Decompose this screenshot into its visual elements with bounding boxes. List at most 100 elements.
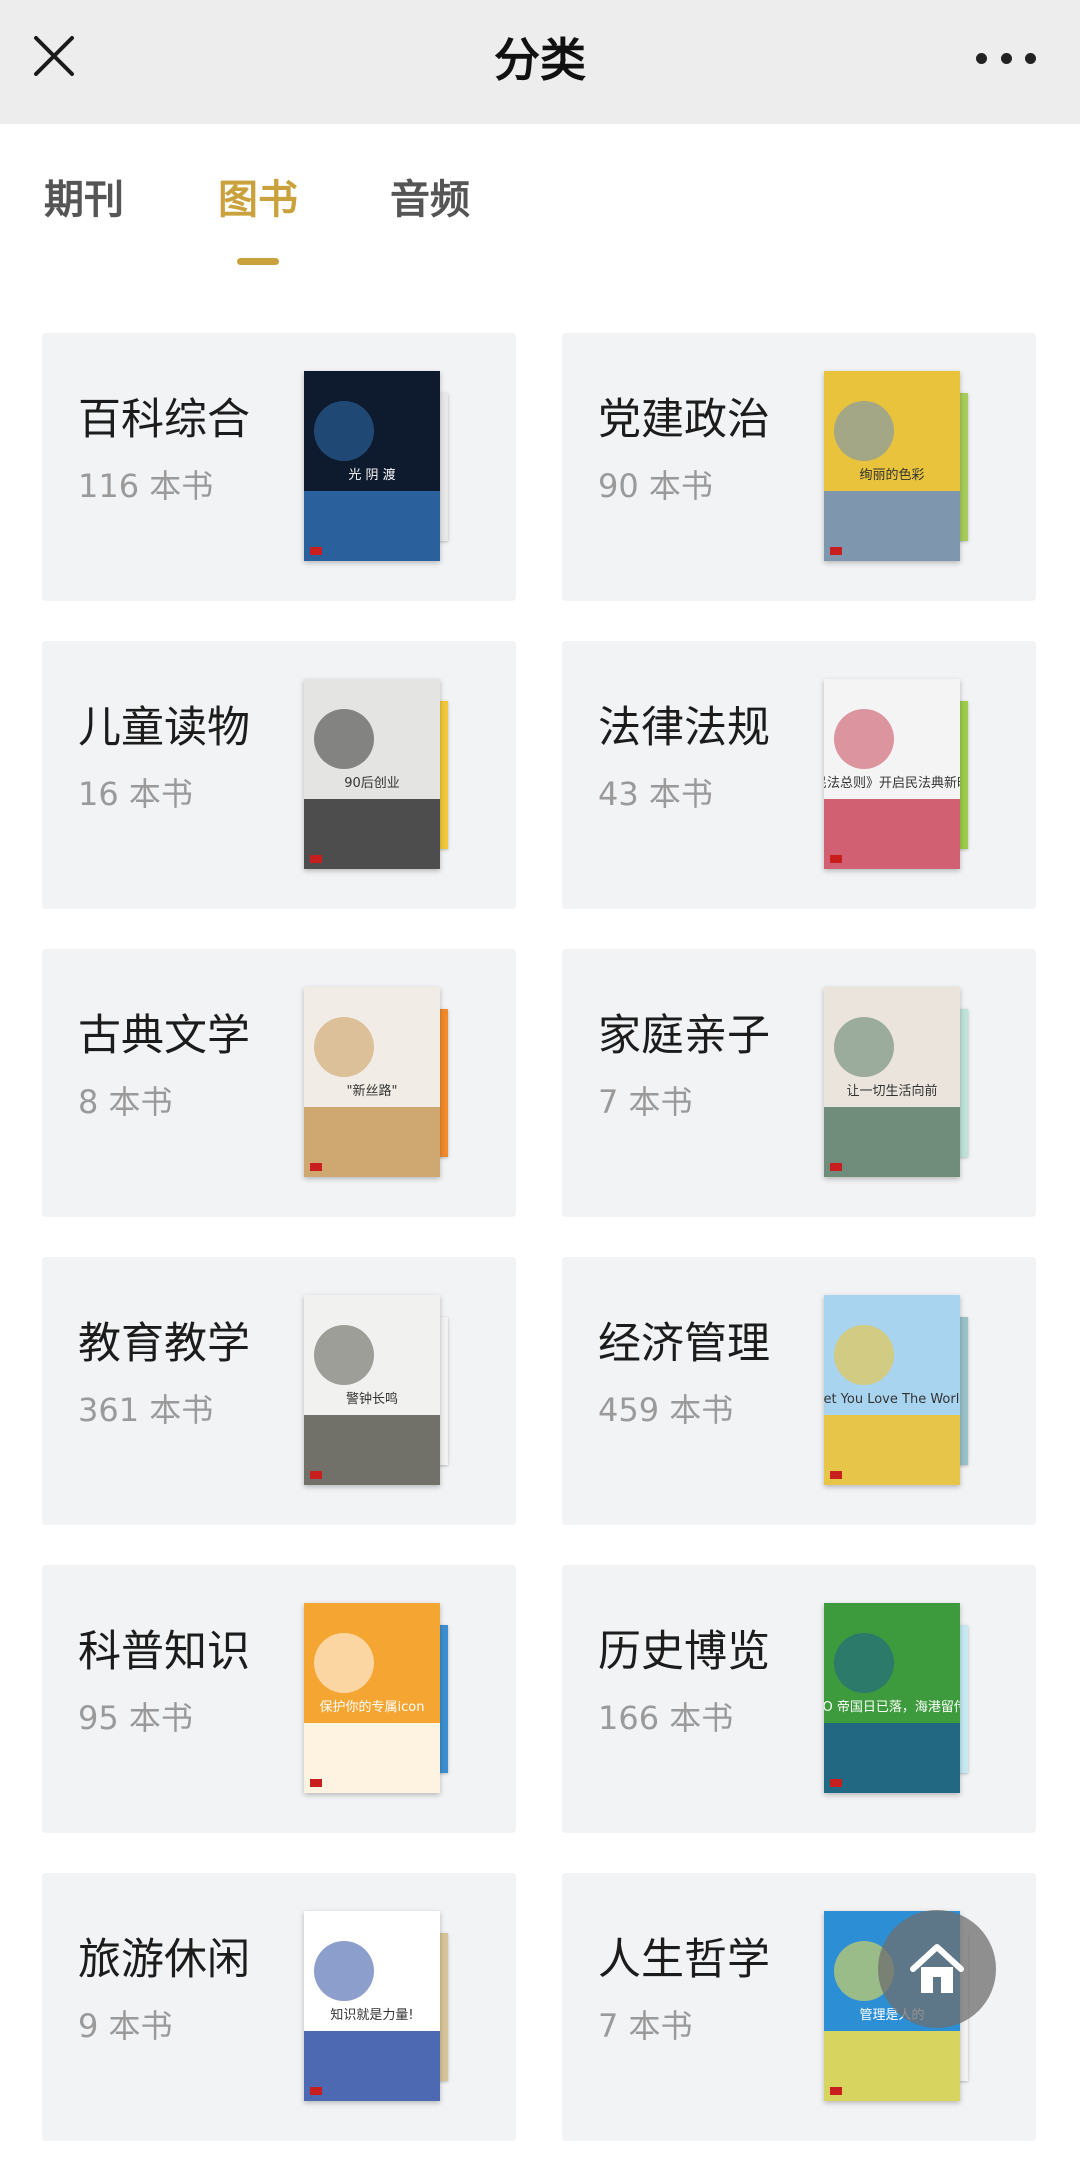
- book-cover-stack: GEO 帝国日已落，海港留传说: [824, 1603, 1004, 1793]
- publisher-logo: [310, 2087, 322, 2095]
- category-card[interactable]: 古典文学 8 本书 "新丝路": [42, 949, 516, 1217]
- book-cover-stack: 知识就是力量!: [304, 1911, 484, 2101]
- cover-accent-band: [824, 1107, 960, 1177]
- book-cover-stack: 警钟长鸣: [304, 1295, 484, 1485]
- book-cover-art: 光 阴 渡: [304, 371, 440, 561]
- book-cover-art: GEO 帝国日已落，海港留传说: [824, 1603, 960, 1793]
- category-book-count: 95 本书: [78, 1699, 193, 1737]
- book-cover-stack: 《民法总则》开启民法典新时代: [824, 679, 1004, 869]
- category-book-count: 16 本书: [78, 775, 193, 813]
- cover-decoration: [314, 1633, 374, 1693]
- publisher-logo: [310, 1163, 322, 1171]
- category-name: 历史博览: [598, 1627, 770, 1677]
- category-name: 古典文学: [78, 1011, 250, 1061]
- category-name: 经济管理: [598, 1319, 770, 1369]
- category-book-count: 90 本书: [598, 467, 713, 505]
- book-cover-stack: 光 阴 渡: [304, 371, 484, 561]
- publisher-logo: [310, 547, 322, 555]
- cover-title: 保护你的专属icon: [320, 1699, 425, 1715]
- category-name: 家庭亲子: [598, 1011, 770, 1061]
- more-options-button[interactable]: [976, 30, 1036, 86]
- cover-accent-band: [304, 799, 440, 869]
- cover-decoration: [834, 401, 894, 461]
- book-cover-stack: 绚丽的色彩: [824, 371, 1004, 561]
- tab-periodicals[interactable]: 期刊: [44, 170, 124, 230]
- cover-decoration: [834, 1017, 894, 1077]
- category-book-count: 7 本书: [598, 1083, 693, 1121]
- cover-accent-band: [824, 1415, 960, 1485]
- book-cover-art: 警钟长鸣: [304, 1295, 440, 1485]
- cover-title: 光 阴 渡: [348, 467, 395, 483]
- category-name: 儿童读物: [78, 703, 250, 753]
- category-name: 旅游休闲: [78, 1935, 250, 1985]
- home-icon: [910, 1944, 964, 1993]
- category-book-count: 7 本书: [598, 2007, 693, 2045]
- category-name: 法律法规: [598, 703, 770, 753]
- book-cover-front: 绚丽的色彩: [824, 371, 960, 561]
- book-cover-front: 90后创业: [304, 679, 440, 869]
- book-cover-stack: 保护你的专属icon: [304, 1603, 484, 1793]
- category-book-count: 8 本书: [78, 1083, 173, 1121]
- publisher-logo: [310, 1471, 322, 1479]
- category-book-count: 361 本书: [78, 1391, 214, 1429]
- cover-decoration: [314, 401, 374, 461]
- cover-accent-band: [304, 1107, 440, 1177]
- cover-title: 让一切生活向前: [846, 1083, 937, 1099]
- publisher-logo: [830, 547, 842, 555]
- book-cover-stack: 让一切生活向前: [824, 987, 1004, 1177]
- category-card[interactable]: 历史博览 166 本书 GEO 帝国日已落，海港留传说: [562, 1565, 1036, 1833]
- book-cover-stack: Let You Love The World: [824, 1295, 1004, 1485]
- category-card[interactable]: 家庭亲子 7 本书 让一切生活向前: [562, 949, 1036, 1217]
- category-name: 百科综合: [78, 395, 250, 445]
- cover-decoration: [314, 709, 374, 769]
- book-cover-front: 警钟长鸣: [304, 1295, 440, 1485]
- cover-decoration: [834, 1325, 894, 1385]
- top-navigation-bar: 分类: [0, 0, 1080, 124]
- cover-accent-band: [304, 1415, 440, 1485]
- book-cover-front: Let You Love The World: [824, 1295, 960, 1485]
- cover-accent-band: [304, 2031, 440, 2101]
- publisher-logo: [830, 1471, 842, 1479]
- category-card[interactable]: 经济管理 459 本书 Let You Love The World: [562, 1257, 1036, 1525]
- page-title: 分类: [494, 33, 586, 87]
- category-card[interactable]: 法律法规 43 本书 《民法总则》开启民法典新时代: [562, 641, 1036, 909]
- category-card[interactable]: 党建政治 90 本书 绚丽的色彩: [562, 333, 1036, 601]
- publisher-logo: [830, 855, 842, 863]
- cover-title: 90后创业: [344, 776, 400, 791]
- book-cover-art: 让一切生活向前: [824, 987, 960, 1177]
- cover-title: 绚丽的色彩: [859, 467, 924, 483]
- tab-books[interactable]: 图书: [218, 170, 298, 230]
- cover-title: 《民法总则》开启民法典新时代: [824, 775, 960, 791]
- cover-title: 知识就是力量!: [330, 2007, 413, 2023]
- book-cover-art: "新丝路": [304, 987, 440, 1177]
- cover-accent-band: [824, 491, 960, 561]
- category-card[interactable]: 百科综合 116 本书 光 阴 渡: [42, 333, 516, 601]
- category-card[interactable]: 旅游休闲 9 本书 知识就是力量!: [42, 1873, 516, 2141]
- category-book-count: 166 本书: [598, 1699, 734, 1737]
- category-name: 人生哲学: [598, 1935, 770, 1985]
- book-cover-art: 保护你的专属icon: [304, 1603, 440, 1793]
- book-cover-stack: "新丝路": [304, 987, 484, 1177]
- home-button[interactable]: [878, 1910, 996, 2028]
- dot-icon: [1000, 52, 1012, 64]
- cover-title: Let You Love The World: [824, 1392, 960, 1407]
- cover-title: "新丝路": [347, 1083, 398, 1099]
- publisher-logo: [830, 1779, 842, 1787]
- dot-icon: [1025, 52, 1036, 64]
- active-tab-indicator: [237, 258, 279, 265]
- book-cover-art: 《民法总则》开启民法典新时代: [824, 679, 960, 869]
- cover-title: GEO 帝国日已落，海港留传说: [824, 1699, 960, 1715]
- dot-icon: [976, 52, 987, 64]
- category-card[interactable]: 教育教学 361 本书 警钟长鸣: [42, 1257, 516, 1525]
- publisher-logo: [310, 1779, 322, 1787]
- book-cover-front: 《民法总则》开启民法典新时代: [824, 679, 960, 869]
- cover-decoration: [834, 709, 894, 769]
- cover-accent-band: [304, 1723, 440, 1793]
- book-cover-art: Let You Love The World: [824, 1295, 960, 1485]
- category-book-count: 116 本书: [78, 467, 214, 505]
- category-card[interactable]: 儿童读物 16 本书 90后创业: [42, 641, 516, 909]
- cover-accent-band: [824, 799, 960, 869]
- publisher-logo: [830, 2087, 842, 2095]
- tab-audio[interactable]: 音频: [390, 170, 470, 230]
- category-card[interactable]: 科普知识 95 本书 保护你的专属icon: [42, 1565, 516, 1833]
